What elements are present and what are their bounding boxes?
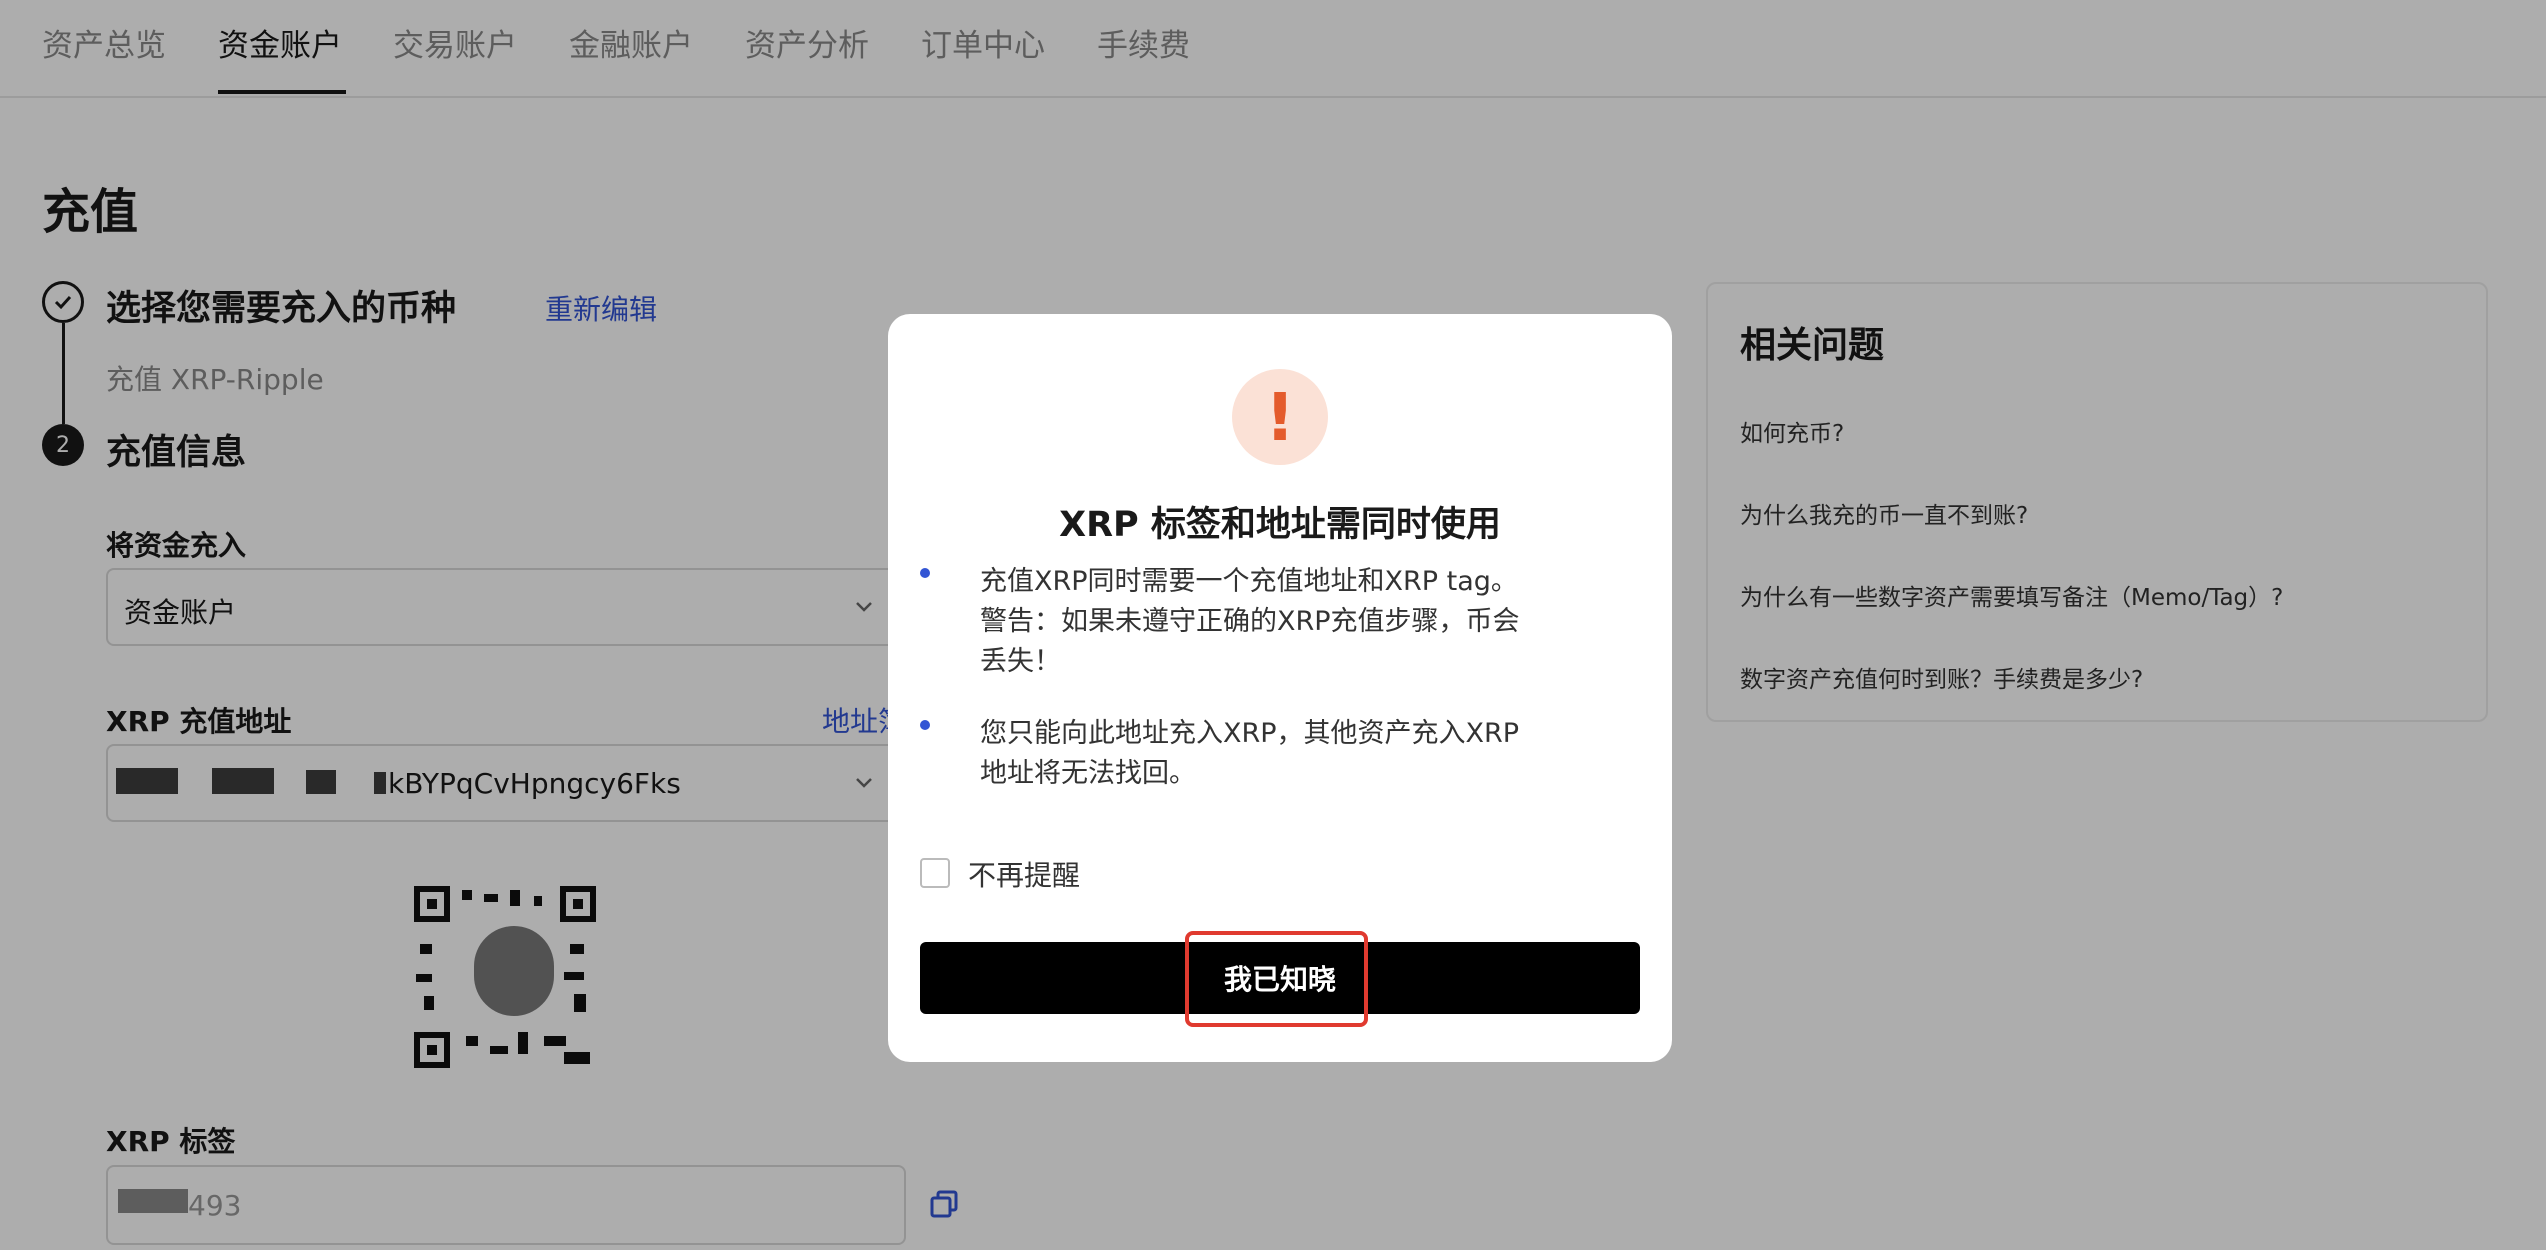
dont-remind-label[interactable]: 不再提醒 (968, 854, 1080, 894)
acknowledge-button[interactable]: 我已知晓 (920, 942, 1640, 1014)
modal-bullet-text: 您只能向此地址充入XRP，其他资产充入XRP地址将无法找回。 (980, 718, 1520, 789)
modal-bullet-text: 充值XRP同时需要一个充值地址和XRP tag。警告：如果未遵守正确的XRP充值… (980, 566, 1520, 677)
bullet-dot (920, 568, 930, 578)
exclamation-icon: ! (1232, 369, 1328, 465)
xrp-tag-warning-modal: ! XRP 标签和地址需同时使用 充值XRP同时需要一个充值地址和XRP tag… (888, 314, 1672, 1062)
dont-remind-checkbox[interactable] (920, 858, 950, 888)
bullet-dot (920, 720, 930, 730)
modal-title: XRP 标签和地址需同时使用 (1059, 505, 1501, 545)
